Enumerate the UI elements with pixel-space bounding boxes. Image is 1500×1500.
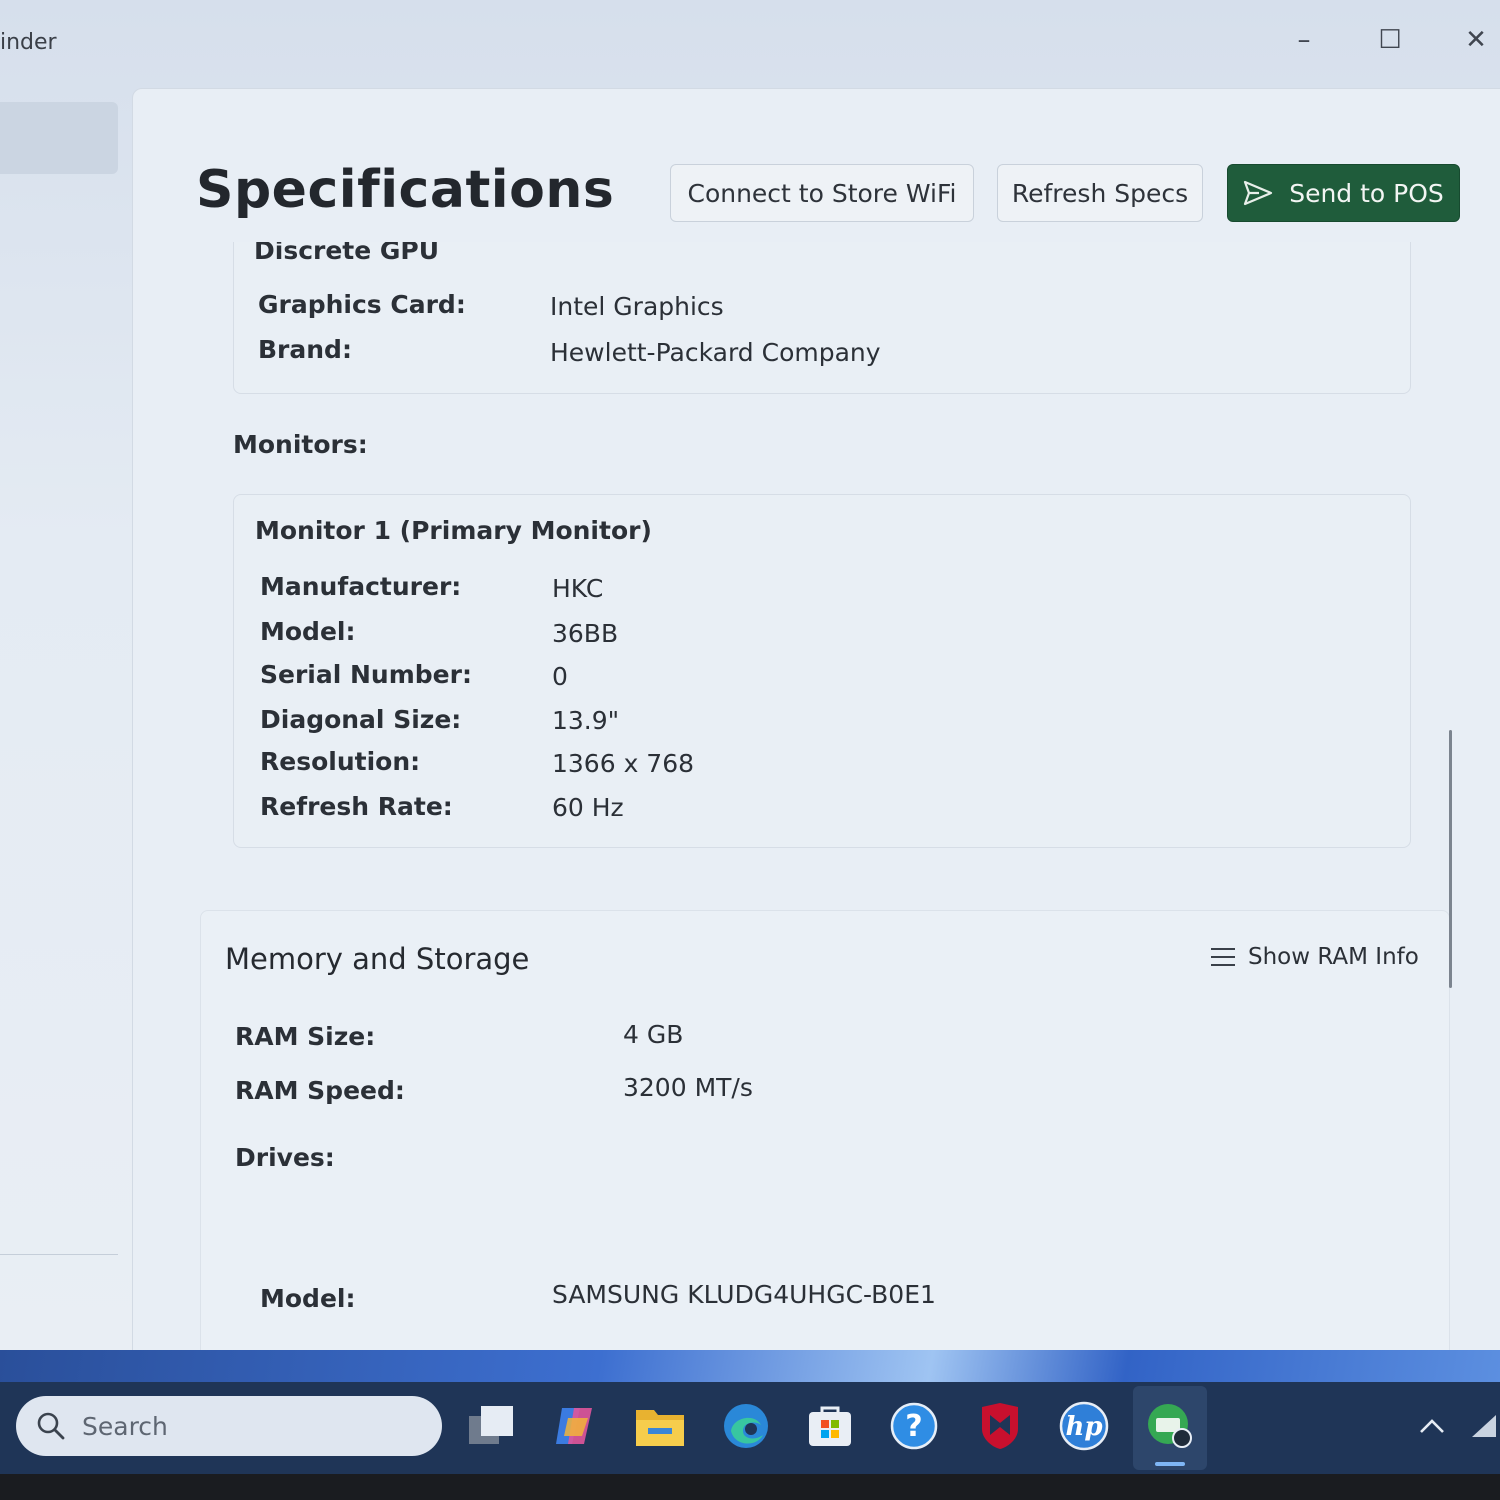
- scrollbar-thumb[interactable]: [1449, 730, 1452, 988]
- chevron-up-icon[interactable]: [1406, 1400, 1458, 1452]
- task-view-icon[interactable]: [466, 1400, 518, 1452]
- sidebar-selected-item[interactable]: [0, 102, 118, 174]
- monitor-resolution-value: 1366 x 768: [552, 749, 695, 778]
- help-icon[interactable]: ?: [888, 1400, 940, 1452]
- svg-text:hp: hp: [1065, 1412, 1102, 1442]
- monitor-diagonal-label: Diagonal Size:: [260, 705, 462, 734]
- gpu-brand-value: Hewlett-Packard Company: [550, 338, 881, 367]
- gpu-graphics-card-label: Graphics Card:: [258, 290, 466, 319]
- taskbar-search[interactable]: Search: [16, 1396, 442, 1456]
- monitor-refresh-label: Refresh Rate:: [260, 792, 453, 821]
- screen-bezel: [0, 1474, 1500, 1500]
- desktop-wallpaper-strip: [0, 1350, 1500, 1382]
- monitor-resolution-label: Resolution:: [260, 747, 421, 776]
- send-to-pos-label: Send to POS: [1289, 178, 1444, 208]
- memory-storage-title: Memory and Storage: [225, 942, 530, 976]
- monitor-model-value: 36BB: [552, 619, 619, 648]
- ram-size-label: RAM Size:: [235, 1022, 376, 1051]
- connect-wifi-button[interactable]: Connect to Store WiFi: [670, 164, 974, 222]
- show-ram-info-label: Show RAM Info: [1248, 944, 1419, 970]
- monitor-manufacturer-label: Manufacturer:: [260, 572, 462, 601]
- monitor-manufacturer-value: HKC: [552, 574, 604, 603]
- app-finder-icon[interactable]: [1144, 1400, 1196, 1452]
- network-icon[interactable]: [1468, 1400, 1500, 1452]
- close-button[interactable]: ✕: [1446, 20, 1500, 60]
- app-title: inder: [0, 30, 57, 55]
- monitors-label: Monitors:: [233, 430, 368, 459]
- copilot-icon[interactable]: [550, 1400, 602, 1452]
- monitor-model-label: Model:: [260, 617, 356, 646]
- hp-icon[interactable]: hp: [1058, 1400, 1110, 1452]
- monitor-heading: Monitor 1 (Primary Monitor): [255, 516, 652, 545]
- ram-speed-label: RAM Speed:: [235, 1076, 405, 1105]
- search-icon: [37, 1412, 65, 1440]
- file-explorer-icon[interactable]: [634, 1400, 686, 1452]
- monitor-diagonal-value: 13.9": [552, 706, 620, 735]
- gpu-heading: Discrete GPU: [254, 242, 440, 265]
- taskbar: Search ? hp: [0, 1382, 1500, 1474]
- maximize-button[interactable]: ☐: [1360, 20, 1420, 60]
- drive-model-label: Model:: [260, 1284, 356, 1313]
- sidebar-divider: [0, 1254, 118, 1255]
- search-placeholder: Search: [82, 1411, 168, 1441]
- send-icon: [1244, 180, 1273, 206]
- monitor-serial-value: 0: [552, 662, 568, 691]
- gpu-brand-label: Brand:: [258, 335, 352, 364]
- app-window: inder – ☐ ✕ Specifications Connect to St…: [0, 0, 1500, 1350]
- mcafee-icon[interactable]: [974, 1400, 1026, 1452]
- store-icon[interactable]: [804, 1400, 856, 1452]
- refresh-specs-label: Refresh Specs: [1011, 178, 1189, 208]
- active-app-indicator: [1155, 1462, 1185, 1466]
- title-bar: inder – ☐ ✕: [0, 0, 1500, 80]
- svg-text:?: ?: [905, 1409, 922, 1444]
- drives-label: Drives:: [235, 1143, 335, 1172]
- ram-speed-value: 3200 MT/s: [623, 1073, 753, 1102]
- minimize-button[interactable]: –: [1274, 20, 1334, 60]
- monitor-refresh-value: 60 Hz: [552, 793, 624, 822]
- ram-size-value: 4 GB: [623, 1020, 684, 1049]
- page-title: Specifications: [196, 160, 615, 220]
- show-ram-info-button[interactable]: Show RAM Info: [1210, 944, 1419, 970]
- refresh-specs-button[interactable]: Refresh Specs: [997, 164, 1203, 222]
- list-icon: [1211, 948, 1235, 966]
- connect-wifi-label: Connect to Store WiFi: [687, 178, 957, 208]
- edge-icon[interactable]: [720, 1400, 772, 1452]
- monitor-serial-label: Serial Number:: [260, 660, 472, 689]
- send-to-pos-button[interactable]: Send to POS: [1227, 164, 1460, 222]
- specs-scroll-area[interactable]: Discrete GPU Graphics Card: Intel Graphi…: [200, 242, 1450, 1350]
- drive-model-value: SAMSUNG KLUDG4UHGC-B0E1: [552, 1280, 936, 1309]
- gpu-graphics-card-value: Intel Graphics: [550, 292, 724, 321]
